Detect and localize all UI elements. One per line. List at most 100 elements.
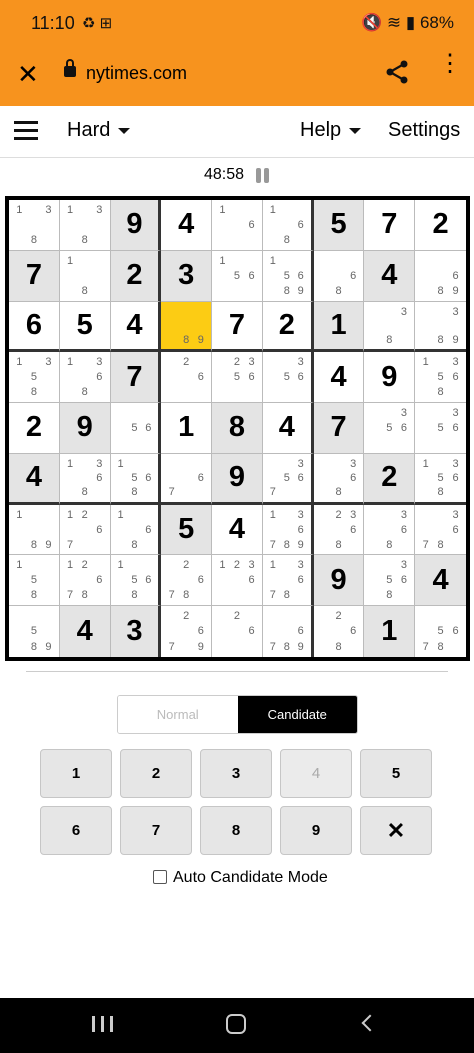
sudoku-cell[interactable]: 126 78: [59, 555, 111, 607]
candidate-mode-button[interactable]: Candidate: [237, 696, 357, 733]
number-key[interactable]: 6: [40, 806, 112, 855]
url-text[interactable]: nytimes.com: [86, 63, 187, 84]
sudoku-cell[interactable]: 156: [212, 250, 263, 302]
sudoku-cell[interactable]: 7: [313, 403, 365, 454]
sudoku-cell[interactable]: 2: [110, 250, 162, 302]
sudoku-cell[interactable]: 1: [161, 403, 213, 454]
sudoku-cell[interactable]: 9: [212, 453, 263, 505]
pause-icon[interactable]: [256, 168, 270, 183]
sudoku-cell[interactable]: 9: [364, 352, 416, 404]
sudoku-cell[interactable]: 15689: [262, 250, 314, 302]
sudoku-cell[interactable]: 4: [262, 403, 314, 454]
sudoku-cell[interactable]: 9: [59, 403, 111, 454]
sudoku-cell[interactable]: 18: [59, 250, 111, 302]
sudoku-cell[interactable]: 2356: [212, 352, 263, 404]
sudoku-cell[interactable]: 1 89: [9, 504, 60, 556]
share-icon[interactable]: [384, 59, 410, 85]
sudoku-cell[interactable]: 9: [110, 200, 162, 251]
sudoku-cell[interactable]: 1 3 6 789: [262, 504, 314, 556]
sudoku-cell[interactable]: 1 3 8: [9, 200, 60, 251]
sudoku-cell[interactable]: 16: [212, 200, 263, 251]
number-key[interactable]: 9: [280, 806, 352, 855]
settings-link[interactable]: Settings: [388, 119, 460, 142]
sudoku-cell[interactable]: 1 3 6 78: [262, 555, 314, 607]
back-icon[interactable]: [361, 1014, 379, 1032]
normal-mode-button[interactable]: Normal: [118, 696, 238, 733]
sudoku-cell[interactable]: 5: [161, 504, 213, 556]
delete-button[interactable]: ✕: [360, 806, 432, 855]
sudoku-cell[interactable]: 1 68: [262, 200, 314, 251]
sudoku-cell[interactable]: 4: [212, 504, 263, 556]
sudoku-cell[interactable]: 7: [9, 250, 60, 302]
sudoku-cell[interactable]: 7: [212, 301, 263, 353]
auto-candidate-toggle[interactable]: Auto Candidate Mode: [153, 869, 328, 887]
sudoku-cell[interactable]: 26 7 9: [161, 606, 213, 657]
more-options-icon[interactable]: ⋮: [438, 52, 462, 76]
sudoku-cell[interactable]: 3: [161, 250, 213, 302]
home-icon[interactable]: [226, 1014, 246, 1034]
sudoku-cell[interactable]: 67: [161, 453, 213, 505]
sudoku-cell[interactable]: 15 8: [9, 555, 60, 607]
close-icon[interactable]: ✕: [17, 59, 39, 90]
sudoku-cell[interactable]: 356: [415, 403, 466, 454]
sudoku-cell[interactable]: 7: [364, 200, 416, 251]
sudoku-cell[interactable]: 4: [110, 301, 162, 353]
sudoku-cell[interactable]: 1568: [110, 453, 162, 505]
sudoku-cell[interactable]: 9: [313, 555, 365, 607]
difficulty-dropdown[interactable]: Hard: [67, 119, 131, 142]
help-dropdown[interactable]: Help: [300, 119, 362, 142]
sudoku-cell[interactable]: 4: [313, 352, 365, 404]
sudoku-cell[interactable]: 8: [212, 403, 263, 454]
sudoku-cell[interactable]: 3: [110, 606, 162, 657]
sudoku-cell[interactable]: 4: [415, 555, 466, 607]
sudoku-cell[interactable]: 2: [364, 453, 416, 505]
sudoku-cell[interactable]: 5 89: [9, 606, 60, 657]
sudoku-cell[interactable]: 5: [59, 301, 111, 353]
menu-icon[interactable]: [14, 121, 38, 141]
sudoku-cell[interactable]: 1 68: [110, 504, 162, 556]
sudoku-cell[interactable]: 1568: [110, 555, 162, 607]
sudoku-cell[interactable]: 3 89: [415, 301, 466, 353]
sudoku-cell[interactable]: 2: [262, 301, 314, 353]
sudoku-cell[interactable]: 7: [110, 352, 162, 404]
sudoku-cell[interactable]: 89: [161, 301, 213, 353]
sudoku-cell[interactable]: 26 78: [161, 555, 213, 607]
sudoku-cell[interactable]: 126 7: [59, 504, 111, 556]
number-key[interactable]: 7: [120, 806, 192, 855]
sudoku-cell[interactable]: 4: [364, 250, 416, 302]
sudoku-cell[interactable]: 4: [161, 200, 213, 251]
sudoku-cell[interactable]: 1: [364, 606, 416, 657]
number-key[interactable]: 4: [280, 749, 352, 798]
sudoku-cell[interactable]: 3 68: [313, 453, 365, 505]
sudoku-cell[interactable]: 1 3 68: [59, 453, 111, 505]
sudoku-cell[interactable]: 4: [9, 453, 60, 505]
number-key[interactable]: 3: [200, 749, 272, 798]
sudoku-cell[interactable]: 1 3568: [415, 352, 466, 404]
sudoku-cell[interactable]: 3568: [364, 555, 416, 607]
sudoku-cell[interactable]: 1: [313, 301, 365, 353]
sudoku-cell[interactable]: 56: [110, 403, 162, 454]
sudoku-cell[interactable]: 268: [313, 606, 365, 657]
number-key[interactable]: 5: [360, 749, 432, 798]
recent-apps-icon[interactable]: [92, 1016, 114, 1032]
sudoku-cell[interactable]: 356: [262, 352, 314, 404]
number-key[interactable]: 2: [120, 749, 192, 798]
sudoku-cell[interactable]: 123 6: [212, 555, 263, 607]
sudoku-cell[interactable]: 356: [364, 403, 416, 454]
sudoku-cell[interactable]: 1 3 68: [59, 352, 111, 404]
sudoku-cell[interactable]: 6 789: [262, 606, 314, 657]
sudoku-cell[interactable]: 1 3 8: [59, 200, 111, 251]
sudoku-cell[interactable]: 1 35 8: [9, 352, 60, 404]
sudoku-cell[interactable]: 38: [364, 301, 416, 353]
sudoku-cell[interactable]: 1 3568: [415, 453, 466, 505]
number-key[interactable]: 8: [200, 806, 272, 855]
sudoku-cell[interactable]: 2: [9, 403, 60, 454]
checkbox[interactable]: [153, 870, 167, 884]
sudoku-cell[interactable]: 26: [212, 606, 263, 657]
sudoku-cell[interactable]: 3 6 78: [415, 504, 466, 556]
sudoku-cell[interactable]: 689: [415, 250, 466, 302]
number-key[interactable]: 1: [40, 749, 112, 798]
sudoku-cell[interactable]: 4: [59, 606, 111, 657]
sudoku-cell[interactable]: 23 68: [313, 504, 365, 556]
sudoku-cell[interactable]: 5: [313, 200, 365, 251]
